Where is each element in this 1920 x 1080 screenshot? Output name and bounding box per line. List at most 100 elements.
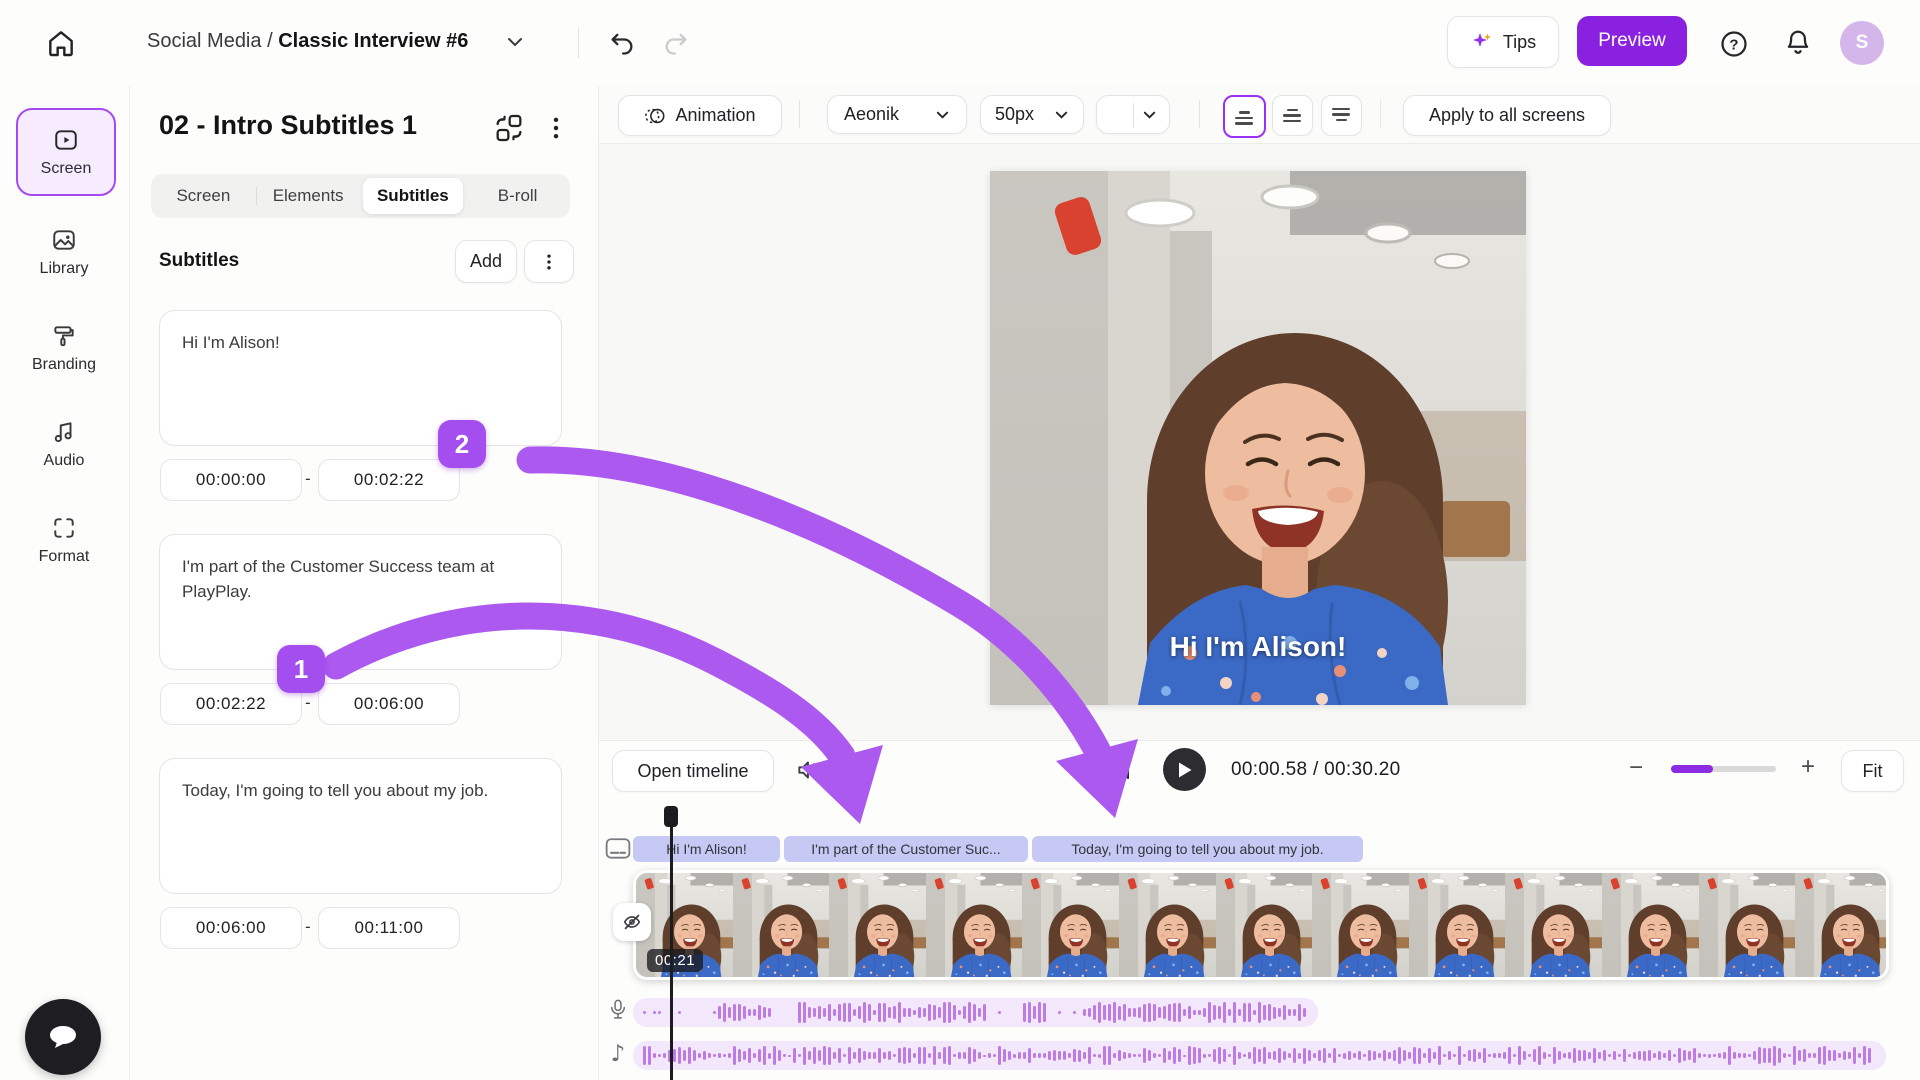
- align-middle-icon: [1283, 108, 1303, 124]
- swatch-divider: [1133, 103, 1134, 128]
- volume-icon[interactable]: [795, 757, 821, 783]
- sidebar-item-audio[interactable]: Audio: [16, 402, 112, 486]
- replace-screen-icon[interactable]: [492, 112, 526, 144]
- current-time: 00:00.58: [1231, 759, 1307, 780]
- align-middle-button[interactable]: [1272, 95, 1313, 136]
- microphone-icon: [608, 998, 628, 1022]
- time-separator: /: [1313, 759, 1319, 780]
- hide-clip-button[interactable]: [613, 903, 651, 941]
- chevron-down-icon: [1054, 110, 1069, 120]
- format-icon: [51, 515, 77, 541]
- align-bottom-button[interactable]: [1223, 95, 1266, 138]
- font-size-select[interactable]: 50px: [980, 95, 1084, 134]
- video-frame: [990, 171, 1526, 705]
- video-preview[interactable]: [990, 171, 1526, 705]
- music-track-icon: ♪: [605, 1041, 631, 1067]
- redo-icon[interactable]: [662, 29, 690, 57]
- music-audio-track[interactable]: [633, 1041, 1886, 1070]
- play-button[interactable]: [1163, 748, 1206, 791]
- align-bottom-icon: [1235, 109, 1255, 125]
- sidebar-item-branding[interactable]: Branding: [16, 306, 112, 390]
- open-timeline-button[interactable]: Open timeline: [612, 750, 774, 792]
- fit-button[interactable]: Fit: [1841, 750, 1904, 792]
- chat-widget-button[interactable]: [25, 999, 101, 1075]
- breadcrumb-project: Classic Interview #6: [278, 30, 468, 52]
- timeline-zoom-slider[interactable]: [1671, 766, 1776, 772]
- subtitle-start-time[interactable]: 00:00:00: [160, 459, 302, 501]
- library-icon: [51, 227, 77, 253]
- animation-button[interactable]: Animation: [618, 95, 782, 136]
- video-thumbnail: [829, 873, 926, 977]
- time-range-dash: -: [305, 917, 311, 937]
- playhead-line[interactable]: [670, 808, 673, 1080]
- video-track[interactable]: [633, 870, 1889, 980]
- sidebar-item-format[interactable]: Format: [16, 498, 112, 582]
- subtitle-end-time[interactable]: 00:06:00: [318, 683, 460, 725]
- skip-back-icon[interactable]: [1111, 759, 1135, 781]
- tab-broll[interactable]: B-roll: [467, 178, 568, 214]
- home-icon: [45, 27, 77, 59]
- video-thumbnail: [1119, 873, 1216, 977]
- tips-button[interactable]: Tips: [1447, 16, 1559, 68]
- zoom-in-button[interactable]: +: [1801, 755, 1815, 779]
- screen-title: 02 - Intro Subtitles 1: [159, 110, 417, 141]
- subtitle-text-input[interactable]: Today, I'm going to tell you about my jo…: [159, 758, 562, 894]
- subtitle-text-input[interactable]: Hi I'm Alison!: [159, 310, 562, 446]
- breadcrumb[interactable]: Social Media / Classic Interview #6: [147, 30, 468, 53]
- nav-rail: Screen Library Branding Audio Format: [0, 86, 130, 1080]
- subtitle-clip[interactable]: Today, I'm going to tell you about my jo…: [1032, 836, 1363, 862]
- sparkles-icon: [1470, 30, 1494, 54]
- toolbar-divider: [799, 100, 800, 128]
- preview-subtitle-overlay[interactable]: Hi I'm Alison!: [990, 631, 1526, 663]
- audio-icon: [51, 419, 77, 445]
- align-top-button[interactable]: [1321, 95, 1362, 136]
- font-color-select[interactable]: [1096, 95, 1170, 134]
- chevron-down-icon[interactable]: [505, 35, 525, 49]
- branding-icon: [51, 323, 77, 349]
- annotation-step-1-badge: 1: [277, 645, 325, 693]
- undo-icon[interactable]: [608, 29, 636, 57]
- video-thumbnail: [1312, 873, 1409, 977]
- clip-timestamp: 00:21: [647, 949, 703, 972]
- voice-audio-track[interactable]: [633, 998, 1318, 1027]
- tab-screen[interactable]: Screen: [153, 178, 254, 214]
- bell-icon[interactable]: [1783, 28, 1813, 58]
- preview-button[interactable]: Preview: [1577, 16, 1687, 66]
- annotation-step-2-badge: 2: [438, 420, 486, 468]
- time-range-dash: -: [305, 693, 311, 713]
- apply-to-all-screens-button[interactable]: Apply to all screens: [1403, 95, 1611, 136]
- animation-icon: [644, 105, 666, 127]
- top-bar: Social Media / Classic Interview #6 Tips…: [0, 0, 1920, 87]
- help-icon[interactable]: ?: [1719, 29, 1749, 59]
- zoom-slider-fill: [1671, 765, 1713, 773]
- chat-bubble-icon: [43, 1017, 83, 1057]
- subtitle-end-time[interactable]: 00:02:22: [318, 459, 460, 501]
- home-button[interactable]: [45, 27, 77, 59]
- video-thumbnail: [1216, 873, 1313, 977]
- align-top-icon: [1332, 108, 1352, 124]
- subtitle-text-input[interactable]: I'm part of the Customer Success team at…: [159, 534, 562, 670]
- screen-menu-icon[interactable]: [542, 113, 570, 143]
- sidebar-item-screen[interactable]: Screen: [16, 108, 116, 196]
- breadcrumb-separator: /: [267, 30, 273, 52]
- font-family-select[interactable]: Aeonik: [827, 95, 967, 134]
- video-thumbnail: [1602, 873, 1699, 977]
- play-icon: [1177, 761, 1193, 779]
- user-avatar[interactable]: S: [1840, 21, 1884, 65]
- tab-elements[interactable]: Elements: [258, 178, 359, 214]
- subtitle-end-time[interactable]: 00:11:00: [318, 907, 460, 949]
- sidebar-item-library[interactable]: Library: [16, 210, 112, 294]
- subtitle-clip[interactable]: Hi I'm Alison!: [633, 836, 780, 862]
- kebab-icon: [539, 251, 559, 273]
- tab-subtitles[interactable]: Subtitles: [363, 178, 464, 214]
- subtitle-clip[interactable]: I'm part of the Customer Suc...: [784, 836, 1028, 862]
- video-thumbnail: [1795, 873, 1889, 977]
- zoom-out-button[interactable]: −: [1629, 756, 1643, 780]
- subtitle-start-time[interactable]: 00:06:00: [160, 907, 302, 949]
- time-display: 00:00.58 / 00:30.20: [1231, 759, 1401, 781]
- add-subtitle-button[interactable]: Add: [455, 240, 517, 283]
- video-thumbnail: [733, 873, 830, 977]
- subtitles-menu-button[interactable]: [524, 240, 574, 283]
- screen-icon: [53, 127, 79, 153]
- svg-text:?: ?: [1729, 36, 1738, 53]
